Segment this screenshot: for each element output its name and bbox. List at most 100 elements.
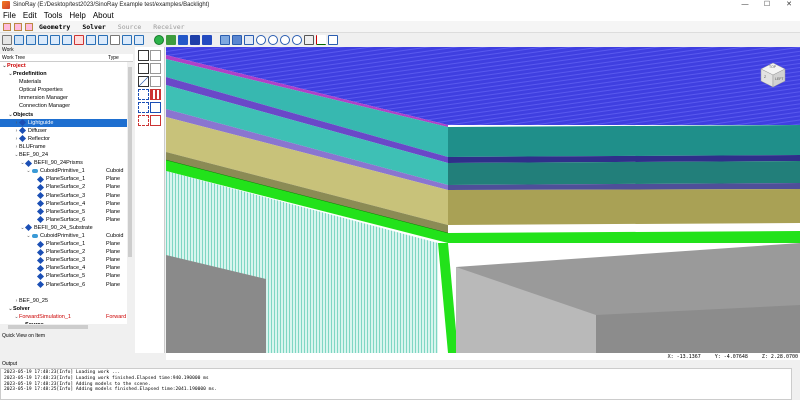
view-front-icon[interactable] (220, 35, 230, 45)
tree-item[interactable]: ⌄ Predefinition (0, 70, 127, 78)
solid-cube-icon[interactable] (166, 35, 176, 45)
tree-vertical-scrollbar[interactable] (127, 62, 133, 324)
expand-toggle-icon[interactable]: › (14, 135, 19, 143)
tree-item[interactable]: PlaneSurface_4 Plane (0, 200, 127, 208)
tree-item[interactable]: › Lightguide (0, 118, 127, 127)
tree-item[interactable]: PlaneSurface_2 Plane (0, 183, 127, 191)
tree-item[interactable]: › Reflector (0, 135, 127, 143)
box-select-icon[interactable] (138, 89, 149, 100)
move-up-icon[interactable] (14, 35, 24, 45)
group-icon[interactable] (62, 35, 72, 45)
tree-item[interactable]: PlaneSurface_2 Plane (0, 248, 127, 256)
tree-item[interactable]: Materials (0, 78, 127, 86)
menu-help[interactable]: Help (69, 11, 85, 20)
tree-item[interactable]: ⌄ BEF_90_24 (0, 151, 127, 159)
tree-item[interactable]: ⌄ Objects (0, 111, 127, 119)
invert-select-icon[interactable] (150, 115, 161, 126)
open-file-icon[interactable] (14, 22, 22, 31)
deselect-icon[interactable] (138, 115, 149, 126)
tree-item[interactable]: ⌄ ForwardSimulation_1 Forward (0, 313, 127, 321)
tree-item[interactable]: PlaneSurface_4 Plane (0, 264, 127, 272)
rect-tool-icon[interactable] (150, 76, 161, 87)
expand-toggle-icon[interactable]: ⌄ (20, 224, 25, 232)
tree-item[interactable]: PlaneSurface_5 Plane (0, 208, 127, 216)
menu-edit[interactable]: Edit (23, 11, 37, 20)
3d-viewport[interactable]: TOP LEFT Z (166, 47, 800, 353)
work-tree[interactable]: ⌄ Project ⌄ Predefinition Materials Optical P… (0, 62, 127, 324)
expand-toggle-icon[interactable]: ⌄ (26, 167, 31, 175)
render-green-icon[interactable] (154, 35, 164, 45)
wire-cube-icon[interactable] (190, 35, 200, 45)
select-edge-icon[interactable] (138, 63, 149, 74)
tree-item[interactable]: Connection Manager (0, 102, 127, 110)
column-work-tree[interactable]: Work Tree (0, 54, 106, 61)
tree-item[interactable]: PlaneSurface_3 Plane (0, 256, 127, 264)
multi-select-icon[interactable] (150, 102, 161, 113)
tree-item[interactable]: › BLUFrame (0, 143, 127, 151)
import-icon[interactable] (122, 35, 132, 45)
select-object-icon[interactable] (138, 50, 149, 61)
lasso-select-icon[interactable] (138, 102, 149, 113)
undo-icon[interactable] (86, 35, 96, 45)
measure-icon[interactable] (328, 35, 338, 45)
tree-item[interactable]: ⌄ BEFII_90_24_Substrate (0, 224, 127, 232)
tree-item[interactable] (0, 289, 127, 297)
view-iso-icon[interactable] (232, 35, 242, 45)
output-scrollbar[interactable] (792, 368, 800, 400)
grid-select-icon[interactable] (150, 89, 161, 100)
export-icon[interactable] (134, 35, 144, 45)
expand-toggle-icon[interactable]: › (14, 127, 19, 135)
output-log[interactable]: 2023-05-19 17:48:23[Info] Loading work .… (0, 368, 792, 400)
save-file-icon[interactable] (25, 22, 33, 31)
zoom-in-icon[interactable] (280, 35, 290, 45)
tab-receiver[interactable]: Receiver (147, 21, 190, 33)
axes-icon[interactable] (316, 35, 326, 45)
tree-item[interactable]: PlaneSurface_6 Plane (0, 281, 127, 289)
delete-icon[interactable] (74, 35, 84, 45)
tree-item[interactable]: ⌄ Solver (0, 305, 127, 313)
tree-item[interactable]: ⌄ CuboidPrimitive_1 Cuboid (0, 167, 127, 175)
tree-horizontal-scrollbar[interactable] (0, 324, 133, 330)
tree-item[interactable]: › Diffuser (0, 127, 127, 135)
select-vertex-icon[interactable] (150, 63, 161, 74)
tree-item[interactable]: ⌄ BEFII_90_24Prisms (0, 159, 127, 167)
select-face-icon[interactable] (150, 50, 161, 61)
menu-about[interactable]: About (93, 11, 114, 20)
tree-item[interactable]: ⌄ CuboidPrimitive_1 Cuboid (0, 232, 127, 240)
tree-item[interactable]: Immersion Manager (0, 94, 127, 102)
view-dropdown-icon[interactable] (244, 35, 254, 45)
tab-solver[interactable]: Solver (76, 21, 111, 33)
new-file-icon[interactable] (3, 22, 11, 31)
paste-icon[interactable] (50, 35, 60, 45)
tree-item[interactable]: PlaneSurface_6 Plane (0, 216, 127, 224)
tree-item[interactable]: PlaneSurface_5 Plane (0, 272, 127, 281)
fit-view-icon[interactable] (256, 35, 266, 45)
zoom-out-icon[interactable] (292, 35, 302, 45)
line-tool-icon[interactable] (138, 76, 149, 87)
copy-icon[interactable] (38, 35, 48, 45)
menu-tools[interactable]: Tools (44, 11, 63, 20)
tree-item[interactable]: PlaneSurface_1 Plane (0, 175, 127, 183)
tree-item[interactable]: › BEF_90_25 (0, 297, 127, 305)
tab-source[interactable]: Source (112, 21, 147, 33)
tab-geometry[interactable]: Geometry (33, 21, 76, 33)
column-type[interactable]: Type (106, 54, 119, 61)
screenshot-icon[interactable] (304, 35, 314, 45)
pan-icon[interactable] (268, 35, 278, 45)
maximize-button[interactable]: ☐ (756, 0, 778, 10)
shaded-cube-icon[interactable] (202, 35, 212, 45)
properties-icon[interactable] (110, 35, 120, 45)
expand-toggle-icon[interactable]: ⌄ (26, 232, 31, 240)
menu-file[interactable]: File (3, 11, 16, 20)
viewcube[interactable]: TOP LEFT Z (758, 61, 788, 89)
tree-item[interactable]: PlaneSurface_1 Plane (0, 240, 127, 248)
close-button[interactable]: ✕ (778, 0, 800, 10)
blue-cube-icon[interactable] (178, 35, 188, 45)
minimize-button[interactable]: — (734, 0, 756, 10)
tree-item[interactable]: PlaneSurface_3 Plane (0, 192, 127, 200)
move-down-icon[interactable] (26, 35, 36, 45)
tree-item[interactable]: ⌄ Project (0, 62, 127, 70)
add-icon[interactable] (2, 35, 12, 45)
redo-icon[interactable] (98, 35, 108, 45)
tree-item[interactable]: Optical Properties (0, 86, 127, 94)
